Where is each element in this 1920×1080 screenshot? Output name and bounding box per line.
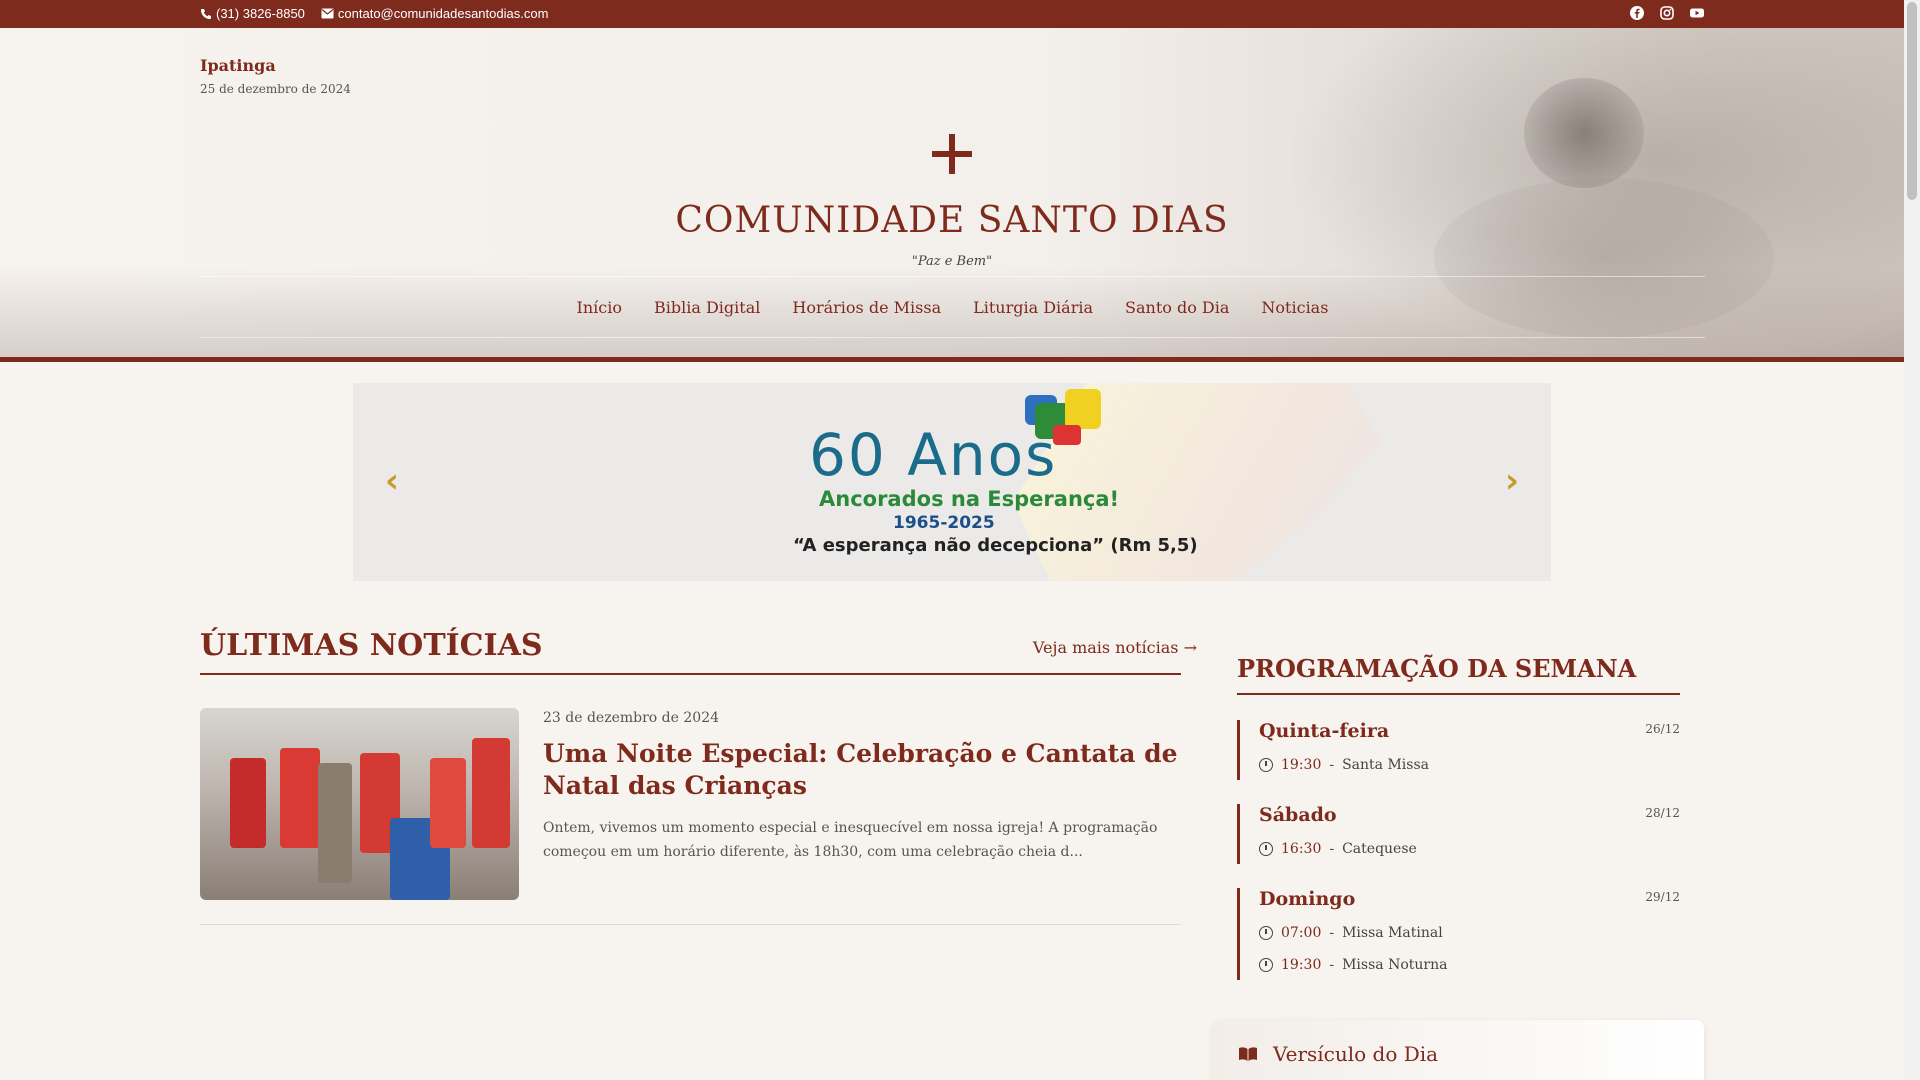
instagram-icon[interactable] [1659,5,1675,21]
site-motto: "Paz e Bem" [911,254,993,269]
event-time: 07:00 [1281,925,1322,941]
verse-title: Versículo do Dia [1273,1042,1439,1066]
divider [200,924,1181,925]
nav-item-liturgia-diaria[interactable]: Liturgia Diária [973,298,1093,317]
schedule-day: Domingo 29/12 07:00- Missa Matinal 19:30… [1237,888,1680,980]
day-date: 29/12 [1645,890,1680,904]
cross-icon [932,134,972,174]
nav-item-noticias[interactable]: Noticias [1261,298,1328,317]
news-section-title: ÚLTIMAS NOTÍCIAS [200,628,543,663]
schedule-day: Quinta-feira 26/12 19:30- Santa Missa [1237,720,1680,780]
day-name: Quinta-feira [1259,720,1390,742]
event-time: 19:30 [1281,957,1322,973]
schedule-event: 07:00- Missa Matinal [1259,925,1443,941]
clock-icon [1259,926,1273,940]
news-headline[interactable]: Uma Noite Especial: Celebração e Cantata… [543,738,1183,802]
schedule-event: 16:30- Catequese [1259,841,1417,857]
facebook-icon[interactable] [1629,5,1645,21]
nav-item-biblia-digital[interactable]: Biblia Digital [654,298,760,317]
divider [200,673,1181,675]
verse-of-day-card: Versículo do Dia [1213,1020,1704,1080]
social-links [1629,5,1705,21]
news-excerpt: Ontem, vivemos um momento especial e ine… [543,820,1158,860]
phone-icon [201,8,211,19]
day-name: Domingo [1259,888,1356,910]
city-name: Ipatinga [200,56,276,75]
youtube-icon[interactable] [1689,5,1705,21]
banner-headline: 60 Anos [809,421,1058,489]
chevron-right-icon: › [1504,461,1519,501]
clock-icon [1259,958,1273,972]
email-address: contato@comunidadesantodias.com [337,6,549,21]
event-label: Missa Noturna [1342,957,1448,973]
site-title[interactable]: COMUNIDADE SANTO DIAS [0,200,1904,241]
news-thumbnail[interactable] [200,708,519,900]
scrollbar-thumb[interactable] [1907,2,1917,200]
nav-item-santo-do-dia[interactable]: Santo do Dia [1125,298,1229,317]
banner-carousel: 60 Anos Ancorados na Esperança! 1965-202… [353,383,1551,581]
event-label: Catequese [1342,841,1417,857]
event-label: Missa Matinal [1342,925,1443,941]
carousel-next-button[interactable]: › [1497,461,1527,501]
carousel-prev-button[interactable]: ‹ [377,461,407,501]
banner-years: 1965-2025 [893,513,995,533]
top-bar: (31) 3826-8850 contato@comunidadesantodi… [0,0,1904,28]
contact-info: (31) 3826-8850 contato@comunidadesantodi… [200,6,548,21]
event-label: Santa Missa [1342,757,1429,773]
chevron-left-icon: ‹ [384,461,399,501]
event-time: 16:30 [1281,841,1322,857]
banner-subtitle: Ancorados na Esperança! [819,487,1120,511]
page-scrollbar[interactable] [1904,0,1920,1080]
schedule-event: 19:30- Missa Noturna [1259,957,1447,973]
hero-header: Ipatinga 25 de dezembro de 2024 COMUNIDA… [0,28,1904,362]
current-date: 25 de dezembro de 2024 [200,82,351,96]
clock-icon [1259,842,1273,856]
day-date: 26/12 [1645,722,1680,736]
divider [1237,693,1680,695]
nav-item-inicio[interactable]: Início [577,298,622,317]
day-date: 28/12 [1645,806,1680,820]
news-date: 23 de dezembro de 2024 [543,710,720,726]
envelope-icon [321,8,334,19]
banner-quote: “A esperança não decepciona” (Rm 5,5) [793,535,1198,556]
clock-icon [1259,758,1273,772]
phone-contact[interactable]: (31) 3826-8850 [200,6,305,21]
nav-item-horarios-de-missa[interactable]: Horários de Missa [792,298,941,317]
day-name: Sábado [1259,804,1337,826]
schedule-section-title: PROGRAMAÇÃO DA SEMANA [1237,654,1637,683]
more-news-link[interactable]: Veja mais notícias → [1033,638,1197,657]
book-icon [1239,1047,1257,1061]
email-contact[interactable]: contato@comunidadesantodias.com [321,6,549,21]
schedule-event: 19:30- Santa Missa [1259,757,1429,773]
schedule-day: Sábado 28/12 16:30- Catequese [1237,804,1680,864]
phone-number: (31) 3826-8850 [216,6,305,21]
event-time: 19:30 [1281,757,1322,773]
main-nav: Início Biblia Digital Horários de Missa … [200,276,1705,338]
